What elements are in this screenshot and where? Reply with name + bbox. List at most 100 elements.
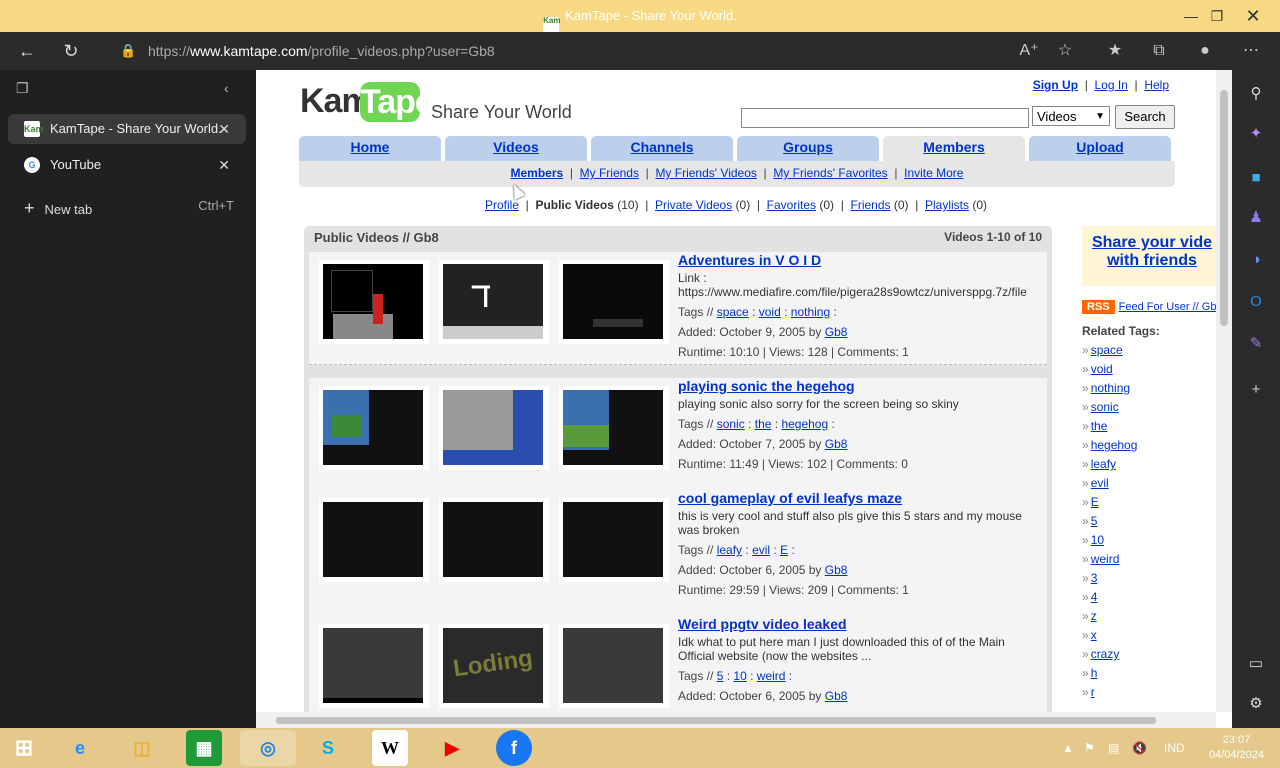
copilot-icon[interactable]: ✦ xyxy=(1246,124,1266,144)
user-link[interactable]: Gb8 xyxy=(825,563,848,577)
facebook-icon[interactable]: f xyxy=(496,730,532,766)
search-type-select[interactable]: Videos ▼ xyxy=(1032,106,1110,126)
nav-videos[interactable]: Videos xyxy=(445,136,587,161)
vertical-scrollbar[interactable] xyxy=(1216,70,1232,712)
playlists-link[interactable]: Playlists xyxy=(925,198,969,212)
search-input[interactable] xyxy=(741,108,1029,128)
designer-icon[interactable]: ✎ xyxy=(1246,334,1266,354)
nav-upload[interactable]: Upload xyxy=(1029,136,1171,161)
subnav-invite-more[interactable]: Invite More xyxy=(904,166,963,180)
tag-link[interactable]: 10 xyxy=(733,669,746,683)
tab-kamtape[interactable]: Kam KamTape - Share Your World. ✕ xyxy=(8,114,246,144)
video-thumbnail[interactable]: Loding xyxy=(439,624,549,708)
tag-link[interactable]: hegehog xyxy=(781,417,828,431)
subnav-friends-videos[interactable]: My Friends' Videos xyxy=(655,166,756,180)
video-title-link[interactable]: Weird ppgtv video leaked xyxy=(678,616,847,632)
tag-link[interactable]: weird xyxy=(757,669,786,683)
wikipedia-icon[interactable]: W xyxy=(372,730,408,766)
windows-start-icon[interactable]: ⊞ xyxy=(6,730,42,766)
help-link[interactable]: Help xyxy=(1144,78,1169,92)
video-thumbnail[interactable] xyxy=(319,498,429,582)
favorites-icon[interactable]: ★ xyxy=(1100,32,1130,70)
new-tab-button[interactable]: + New tab Ctrl+T xyxy=(24,198,234,219)
close-window-button[interactable]: ✕ xyxy=(1236,0,1270,32)
clock[interactable]: 23:07 04/04/2024 xyxy=(1209,733,1264,763)
flag-icon[interactable]: ⚑ xyxy=(1084,728,1095,768)
subnav-friends-favorites[interactable]: My Friends' Favorites xyxy=(773,166,887,180)
nav-groups[interactable]: Groups xyxy=(737,136,879,161)
horizontal-scrollbar[interactable] xyxy=(256,712,1216,728)
tag-link[interactable]: evil xyxy=(752,543,770,557)
video-thumbnail[interactable] xyxy=(319,386,429,470)
shopping-icon[interactable]: ■ xyxy=(1246,168,1266,188)
video-thumbnail[interactable] xyxy=(439,498,549,582)
video-thumbnail[interactable] xyxy=(559,386,669,470)
address-bar[interactable]: 🔒 https://www.kamtape.com/profile_videos… xyxy=(112,38,1112,64)
user-link[interactable]: Gb8 xyxy=(825,325,848,339)
video-thumbnail[interactable] xyxy=(439,386,549,470)
video-title-link[interactable]: Adventures in V O I D xyxy=(678,252,821,268)
read-aloud-icon[interactable]: A⁺ xyxy=(1014,32,1044,70)
language-indicator[interactable]: IND xyxy=(1164,728,1185,768)
search-button[interactable]: Search xyxy=(1115,105,1175,129)
sign-up-link[interactable]: Sign Up xyxy=(1033,78,1078,92)
nav-members[interactable]: Members xyxy=(883,136,1025,161)
file-explorer-icon[interactable]: ◫ xyxy=(124,730,160,766)
tag-link[interactable]: void xyxy=(759,305,781,319)
subnav-my-friends[interactable]: My Friends xyxy=(580,166,639,180)
skype-icon[interactable]: S xyxy=(310,730,346,766)
games-icon[interactable]: ♟ xyxy=(1246,208,1266,228)
user-link[interactable]: Gb8 xyxy=(825,437,848,451)
collapse-sidebar-icon[interactable]: ‹ xyxy=(224,80,229,96)
video-thumbnail[interactable]: ד xyxy=(439,260,549,344)
outlook-icon[interactable]: O xyxy=(1246,292,1266,312)
tag-link[interactable]: sonic xyxy=(717,417,745,431)
internet-explorer-icon[interactable]: e xyxy=(62,730,98,766)
network-icon[interactable]: ▤ xyxy=(1108,728,1119,768)
user-feed-link[interactable]: Feed For User // Gb xyxy=(1119,301,1216,313)
tag-link[interactable]: the xyxy=(755,417,772,431)
nav-channels[interactable]: Channels xyxy=(591,136,733,161)
tag-link[interactable]: nothing xyxy=(791,305,830,319)
collections-icon[interactable]: ⧉ xyxy=(1144,32,1174,70)
user-link[interactable]: Gb8 xyxy=(825,689,848,703)
settings-gear-icon[interactable]: ⚙ xyxy=(1246,694,1266,714)
more-options-icon[interactable]: ⋯ xyxy=(1236,32,1266,70)
add-favorite-icon[interactable]: ☆ xyxy=(1050,32,1080,70)
subnav-members[interactable]: Members xyxy=(511,166,564,180)
tag-link[interactable]: space xyxy=(717,305,749,319)
video-thumbnail[interactable] xyxy=(319,260,429,344)
video-thumbnail[interactable] xyxy=(559,498,669,582)
add-sidebar-app-icon[interactable]: + xyxy=(1246,380,1266,400)
search-icon[interactable]: ⚲ xyxy=(1246,84,1266,104)
tag-link[interactable]: E xyxy=(780,543,788,557)
tag-link[interactable]: 5 xyxy=(717,669,724,683)
tools-icon[interactable]: ◑ xyxy=(1246,250,1266,270)
tab-actions-icon[interactable]: ❐ xyxy=(16,80,29,97)
maximize-button[interactable]: ❐ xyxy=(1200,0,1234,32)
youtube-icon[interactable]: ▶ xyxy=(434,730,470,766)
close-tab-icon[interactable]: ✕ xyxy=(218,114,230,144)
tag-link[interactable]: leafy xyxy=(717,543,742,557)
edge-browser-icon[interactable]: ◎ xyxy=(240,730,296,766)
video-title-link[interactable]: playing sonic the hegehog xyxy=(678,378,855,394)
video-thumbnail[interactable] xyxy=(559,624,669,708)
volume-muted-icon[interactable]: 🔇 xyxy=(1132,728,1147,768)
show-hidden-icons[interactable]: ▲ xyxy=(1062,728,1074,768)
nav-home[interactable]: Home xyxy=(299,136,441,161)
video-thumbnail[interactable] xyxy=(319,624,429,708)
video-thumbnail[interactable] xyxy=(559,260,669,344)
favorites-link[interactable]: Favorites xyxy=(767,198,816,212)
private-videos-link[interactable]: Private Videos xyxy=(655,198,732,212)
friends-link[interactable]: Friends xyxy=(851,198,891,212)
tab-youtube[interactable]: G YouTube ✕ xyxy=(8,150,246,180)
hide-sidebar-icon[interactable]: ▭ xyxy=(1246,654,1266,674)
video-title-link[interactable]: cool gameplay of evil leafys maze xyxy=(678,490,902,506)
profile-avatar-icon[interactable]: ● xyxy=(1190,32,1220,70)
log-in-link[interactable]: Log In xyxy=(1094,78,1127,92)
back-button[interactable]: ← xyxy=(10,32,44,70)
refresh-button[interactable]: ↻ xyxy=(54,32,88,70)
share-videos-banner[interactable]: Share your vide with friends xyxy=(1082,226,1216,286)
close-tab-icon[interactable]: ✕ xyxy=(218,150,230,180)
store-icon[interactable]: ▦ xyxy=(186,730,222,766)
